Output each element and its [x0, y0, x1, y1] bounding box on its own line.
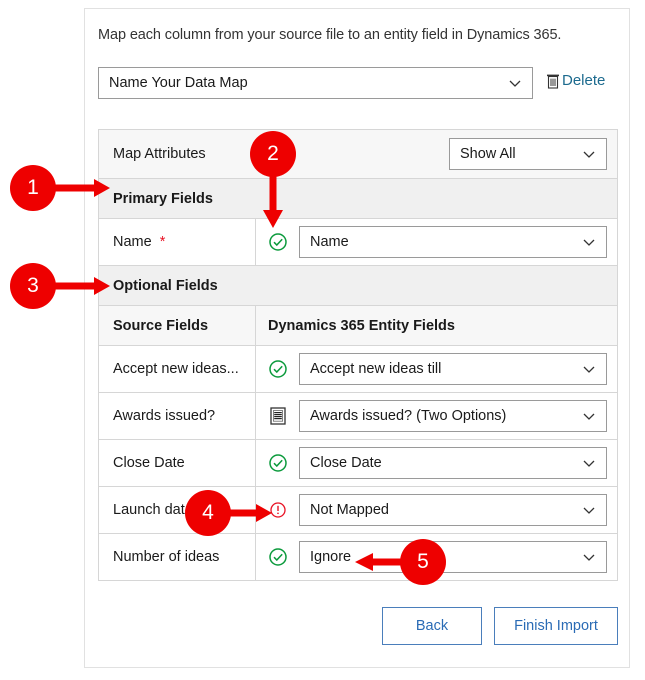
annotation-arrow-3 [52, 277, 110, 295]
annotation-badge-3: 3 [10, 263, 56, 309]
chevron-down-icon [583, 366, 595, 373]
chevron-down-icon [583, 413, 595, 420]
source-field-cell: Accept new ideas... [113, 361, 239, 377]
table-row: Accept new ideas... Accept new ideas til… [99, 345, 617, 392]
green-check-circle-icon [269, 548, 287, 566]
section-label: Optional Fields [113, 277, 218, 294]
chevron-down-icon [583, 507, 595, 514]
target-field-value: Ignore [310, 549, 352, 565]
green-check-circle-icon [269, 360, 287, 378]
data-map-name-value: Name Your Data Map [109, 75, 248, 91]
chevron-down-icon [509, 80, 521, 87]
target-field-select[interactable]: Ignore [299, 541, 607, 573]
field-mapping-grid: Map Attributes Show All Primary Fields N… [98, 129, 618, 581]
column-header-row: Source Fields Dynamics 365 Entity Fields [99, 305, 617, 345]
table-row: Launch date Not Mapped [99, 486, 617, 533]
list-document-icon [270, 407, 286, 425]
green-check-circle-icon [269, 454, 287, 472]
target-field-value: Not Mapped [310, 502, 389, 518]
table-row: Name * Name [99, 218, 617, 265]
target-field-select[interactable]: Accept new ideas till [299, 353, 607, 385]
section-header-optional-fields: Optional Fields [99, 265, 617, 305]
target-field-value: Close Date [310, 455, 382, 471]
annotation-arrow-4 [224, 504, 272, 522]
attribute-filter-value: Show All [460, 146, 516, 162]
target-field-value: Name [310, 234, 349, 250]
section-header-primary-fields: Primary Fields [99, 178, 617, 218]
delete-data-map-button[interactable]: Delete [546, 72, 605, 89]
map-attributes-header-row: Map Attributes Show All [99, 130, 617, 178]
back-button[interactable]: Back [382, 607, 482, 645]
target-field-value: Awards issued? (Two Options) [310, 408, 507, 424]
finish-import-button[interactable]: Finish Import [494, 607, 618, 645]
target-field-value: Accept new ideas till [310, 361, 442, 377]
required-asterisk: * [159, 234, 166, 250]
data-map-name-select[interactable]: Name Your Data Map [98, 67, 533, 99]
column-header-target: Dynamics 365 Entity Fields [268, 317, 455, 334]
data-map-name-row: Name Your Data Map Delete [98, 67, 618, 99]
map-attributes-label: Map Attributes [113, 146, 206, 162]
source-field-cell: Number of ideas [113, 549, 220, 565]
target-field-cell: Not Mapped [256, 494, 617, 526]
target-field-cell: Close Date [256, 447, 617, 479]
dialog-footer: Back Finish Import [98, 607, 618, 645]
column-header-source: Source Fields [113, 317, 209, 334]
target-field-cell: Name [256, 226, 617, 258]
attribute-filter-select[interactable]: Show All [449, 138, 607, 170]
annotation-arrow-1 [52, 179, 110, 197]
target-field-select[interactable]: Name [299, 226, 607, 258]
annotation-badge-4: 4 [185, 490, 231, 536]
chevron-down-icon [583, 151, 595, 158]
target-field-select[interactable]: Awards issued? (Two Options) [299, 400, 607, 432]
chevron-down-icon [583, 239, 595, 246]
table-row: Close Date Close Date [99, 439, 617, 486]
target-field-cell: Awards issued? (Two Options) [256, 400, 617, 432]
annotation-arrow-2 [263, 168, 283, 228]
delete-label: Delete [562, 72, 606, 89]
annotation-badge-5: 5 [400, 539, 446, 585]
source-field-label: Name [113, 234, 152, 250]
source-field-cell: Awards issued? [113, 408, 216, 424]
annotation-badge-1: 1 [10, 165, 56, 211]
target-field-select[interactable]: Close Date [299, 447, 607, 479]
annotation-badge-2: 2 [250, 131, 296, 177]
trash-icon [547, 74, 559, 89]
chevron-down-icon [583, 460, 595, 467]
table-row: Awards issued? Awards issued? (Two Optio… [99, 392, 617, 439]
source-field-cell: Close Date [113, 455, 185, 471]
target-field-select[interactable]: Not Mapped [299, 494, 607, 526]
chevron-down-icon [583, 554, 595, 561]
target-field-cell: Accept new ideas till [256, 353, 617, 385]
section-label: Primary Fields [113, 190, 213, 207]
source-field-cell: Name * [99, 234, 255, 250]
dialog-instruction-text: Map each column from your source file to… [98, 27, 562, 43]
green-check-circle-icon [269, 233, 287, 251]
